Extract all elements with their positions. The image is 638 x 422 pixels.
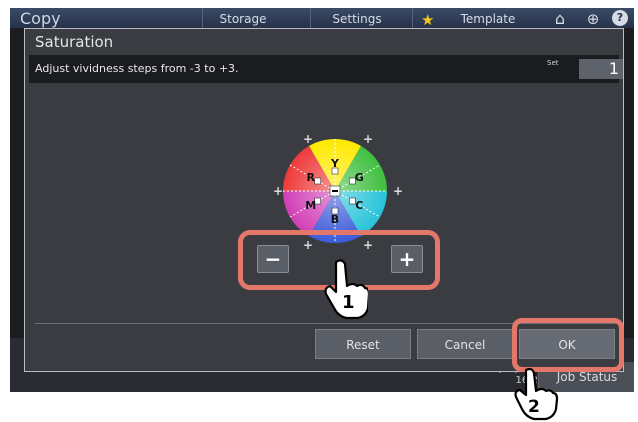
app-title: Copy (20, 9, 61, 28)
globe-icon[interactable]: ⊕ (580, 8, 606, 28)
cancel-button[interactable]: Cancel (417, 329, 513, 359)
wheel-label-y: Y (330, 157, 340, 170)
wheel-step-marker (314, 177, 321, 185)
storage-button[interactable]: Storage (202, 8, 283, 28)
info-bar: Adjust vividness steps from -3 to +3. Se… (29, 55, 623, 83)
pointing-hand-icon: 2 (514, 368, 559, 421)
template-button[interactable]: ★ Template (412, 8, 535, 29)
wheel-label-c: C (355, 199, 363, 212)
step-1-number: 1 (342, 292, 355, 313)
top-bar: Copy Storage Settings ★ Template ⌂ ⊕ ? (10, 8, 634, 29)
settings-button[interactable]: Settings (310, 8, 403, 28)
home-icon[interactable]: ⌂ (546, 8, 574, 28)
pointing-hand-icon: 1 (324, 259, 368, 320)
dialog-title: Saturation (35, 33, 114, 51)
help-icon[interactable]: ? (612, 10, 628, 26)
info-text: Adjust vividness steps from -3 to +3. (35, 62, 239, 75)
step-2-number: 2 (528, 397, 540, 417)
wheel-label-m: M (305, 199, 316, 212)
set-label: Set (547, 59, 559, 67)
set-value: 1 (579, 59, 623, 79)
reset-button[interactable]: Reset (315, 329, 411, 359)
wheel-label-b: B (331, 213, 339, 226)
wheel-label-g: G (355, 171, 364, 184)
wheel-label-r: R (307, 171, 316, 184)
step-2-highlight (512, 318, 624, 372)
template-label: Template (460, 12, 516, 26)
